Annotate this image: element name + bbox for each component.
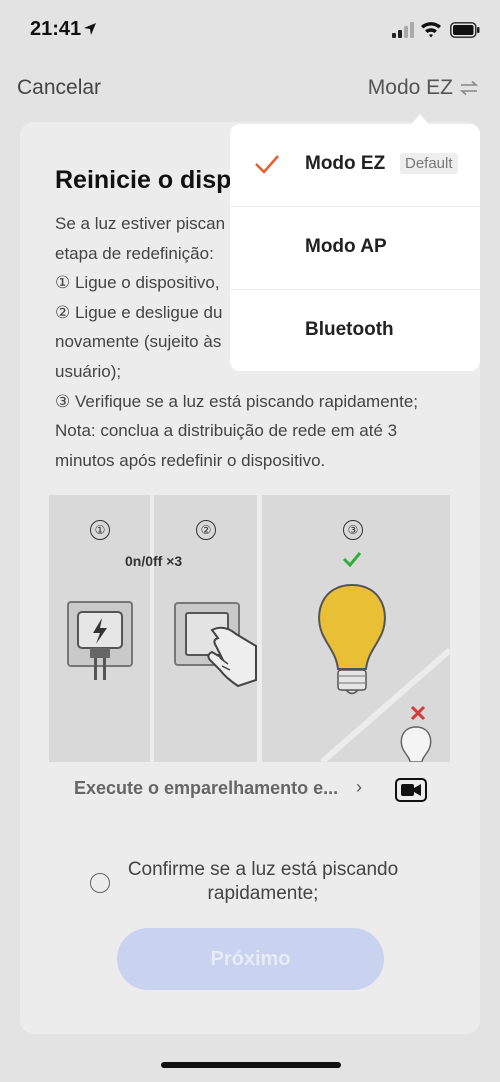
cellular-signal-icon (392, 22, 414, 38)
confirm-radio[interactable] (90, 873, 110, 893)
instruction-line: ③ Verifique se a luz está piscando rapid… (55, 391, 419, 411)
step-3-number: ③ (343, 520, 363, 540)
mode-selector-button[interactable]: Modo EZ (368, 76, 479, 100)
wifi-icon (421, 22, 441, 38)
wall-switch-icon (174, 602, 257, 688)
next-button[interactable]: Próximo (117, 928, 384, 990)
battery-icon (450, 22, 480, 38)
step-1-number: ① (90, 520, 110, 540)
default-badge: Default (400, 153, 458, 174)
swap-arrows-icon (459, 80, 479, 96)
cancel-button[interactable]: Cancelar (17, 76, 101, 100)
location-arrow-icon (84, 23, 96, 35)
switch-toggle-caption: 0n/0ff ×3 (125, 553, 183, 569)
pairing-guide-link[interactable]: Execute o emparelhamento e... (74, 778, 338, 799)
light-bulb-blinking-icon (318, 552, 450, 762)
confirm-label[interactable]: Confirme se a luz está piscando rapidame… (112, 858, 414, 906)
menu-item-bluetooth[interactable]: Bluetooth (230, 290, 480, 371)
menu-item-modo-ez[interactable]: Modo EZ Default (230, 124, 480, 207)
video-camera-icon[interactable] (395, 778, 427, 802)
menu-item-label: Modo EZ (305, 153, 386, 174)
checkmark-icon (255, 155, 279, 174)
menu-item-modo-ap[interactable]: Modo AP (230, 207, 480, 290)
mode-selector-label: Modo EZ (367, 76, 453, 99)
instruction-line: minutos após redefinir o dispositivo. (55, 450, 326, 470)
instruction-line: Nota: conclua a distribuição de rede em … (55, 421, 398, 441)
menu-item-label: Bluetooth (305, 319, 394, 340)
status-bar: 21:41 (0, 0, 500, 60)
home-indicator (161, 1062, 341, 1068)
mode-dropdown-menu: Modo EZ Default Modo AP Bluetooth (230, 124, 480, 371)
status-time: 21:41 (30, 18, 82, 40)
menu-item-label: Modo AP (305, 236, 387, 257)
chevron-right-icon[interactable]: › (356, 777, 362, 798)
step-2-number: ② (196, 520, 216, 540)
power-plug-icon (67, 601, 133, 680)
page-title: Reinicie o disp (55, 166, 232, 194)
